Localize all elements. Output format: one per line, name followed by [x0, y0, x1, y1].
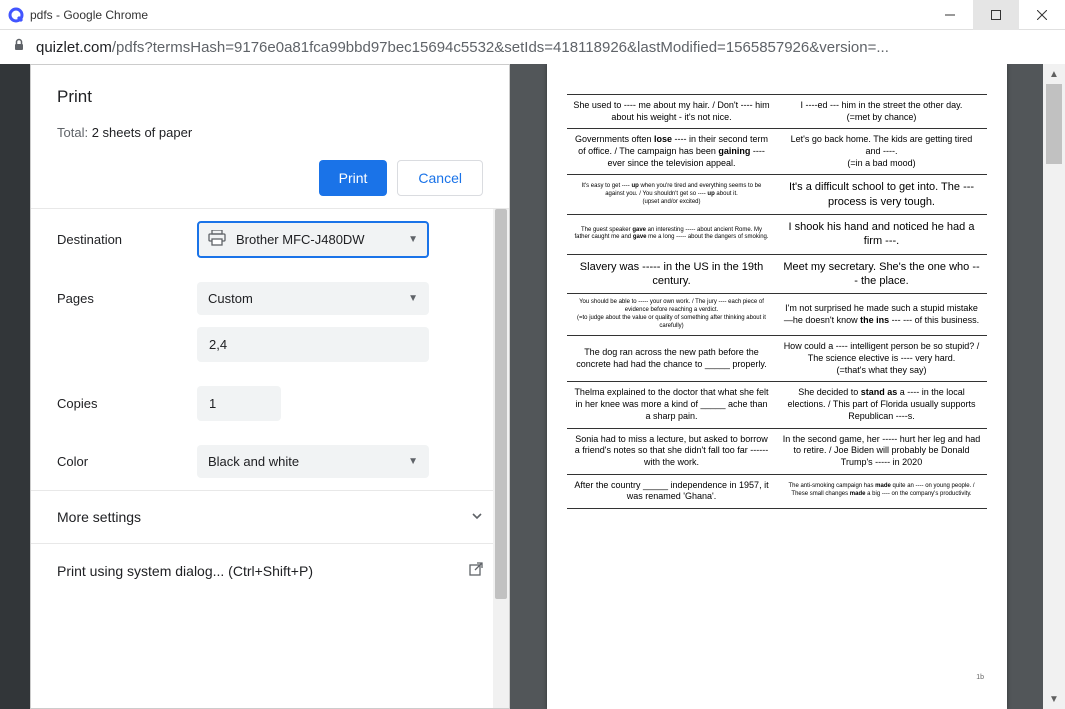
card-term: The guest speaker gave an interesting --… — [567, 215, 777, 255]
color-value: Black and white — [208, 454, 299, 469]
window-titlebar: pdfs - Google Chrome — [0, 0, 1065, 30]
destination-value: Brother MFC-J480DW — [236, 232, 365, 247]
card-term: I'm not surprised he made such a stupid … — [777, 294, 987, 336]
color-select[interactable]: Black and white ▼ — [197, 445, 429, 478]
close-button[interactable] — [1019, 0, 1065, 30]
print-button[interactable]: Print — [319, 160, 388, 196]
chevron-down-icon — [471, 509, 483, 525]
more-settings-toggle[interactable]: More settings — [31, 490, 509, 543]
print-total: Total: 2 sheets of paper — [57, 125, 483, 140]
card-term: It's easy to get ---- up when you're tir… — [567, 175, 777, 215]
maximize-button[interactable] — [973, 0, 1019, 30]
pages-label: Pages — [57, 291, 197, 306]
preview-page: She used to ---- me about my hair. / Don… — [547, 64, 1007, 709]
external-link-icon — [469, 562, 483, 579]
lock-icon — [12, 38, 26, 56]
destination-select[interactable]: Brother MFC-J480DW ▼ — [197, 221, 429, 258]
card-term: Sonia had to miss a lecture, but asked t… — [567, 428, 777, 474]
card-term: Meet my secretary. She's the one who ---… — [777, 254, 987, 294]
system-dialog-link[interactable]: Print using system dialog... (Ctrl+Shift… — [31, 543, 509, 597]
print-dialog-title: Print — [57, 87, 483, 107]
card-term: In the second game, her ----- hurt her l… — [777, 428, 987, 474]
pages-mode-select[interactable]: Custom ▼ — [197, 282, 429, 315]
card-term: It's a difficult school to get into. The… — [777, 175, 987, 215]
page-footer: 1b — [976, 674, 984, 681]
quizlet-favicon — [8, 7, 24, 23]
copies-label: Copies — [57, 396, 197, 411]
chevron-down-icon: ▼ — [408, 456, 418, 467]
color-label: Color — [57, 454, 197, 469]
scrollbar-thumb[interactable] — [495, 209, 507, 599]
cancel-button[interactable]: Cancel — [397, 160, 483, 196]
content-area: Print Total: 2 sheets of paper Print Can… — [0, 64, 1065, 709]
main-scrollbar[interactable]: ▲ ▼ — [1043, 64, 1065, 709]
print-preview[interactable]: She used to ---- me about my hair. / Don… — [510, 64, 1043, 709]
scroll-up-button[interactable]: ▲ — [1043, 64, 1065, 84]
card-term: The anti-smoking campaign has made quite… — [777, 474, 987, 508]
pages-input[interactable] — [197, 327, 429, 362]
card-term: Slavery was ----- in the US in the 19th … — [567, 254, 777, 294]
scrollbar-thumb[interactable] — [1046, 84, 1062, 164]
minimize-button[interactable] — [927, 0, 973, 30]
card-term: The dog ran across the new path before t… — [567, 336, 777, 382]
copies-input[interactable] — [197, 386, 281, 421]
card-term: Let's go back home. The kids are getting… — [777, 129, 987, 175]
card-term: You should be able to ----- your own wor… — [567, 294, 777, 336]
card-term: She decided to stand as a ---- in the lo… — [777, 382, 987, 428]
card-term: She used to ---- me about my hair. / Don… — [567, 95, 777, 129]
chevron-down-icon: ▼ — [408, 293, 418, 304]
chevron-down-icon: ▼ — [408, 234, 418, 245]
card-term: Governments often lose ---- in their sec… — [567, 129, 777, 175]
address-bar[interactable]: quizlet.com/pdfs?termsHash=9176e0a81fca9… — [0, 30, 1065, 64]
printer-icon — [208, 230, 226, 249]
card-term: I ----ed --- him in the street the other… — [777, 95, 987, 129]
dialog-scrollbar[interactable] — [493, 209, 509, 708]
window-title: pdfs - Google Chrome — [30, 8, 927, 22]
card-term: How could a ---- intelligent person be s… — [777, 336, 987, 382]
destination-label: Destination — [57, 232, 197, 247]
print-dialog: Print Total: 2 sheets of paper Print Can… — [30, 64, 510, 709]
window-controls — [927, 0, 1065, 30]
card-term: Thelma explained to the doctor that what… — [567, 382, 777, 428]
pages-mode-value: Custom — [208, 291, 253, 306]
card-term: I shook his hand and noticed he had a fi… — [777, 215, 987, 255]
url-text: quizlet.com/pdfs?termsHash=9176e0a81fca9… — [36, 39, 1053, 56]
scroll-down-button[interactable]: ▼ — [1043, 689, 1065, 709]
card-term: After the country _____ independence in … — [567, 474, 777, 508]
